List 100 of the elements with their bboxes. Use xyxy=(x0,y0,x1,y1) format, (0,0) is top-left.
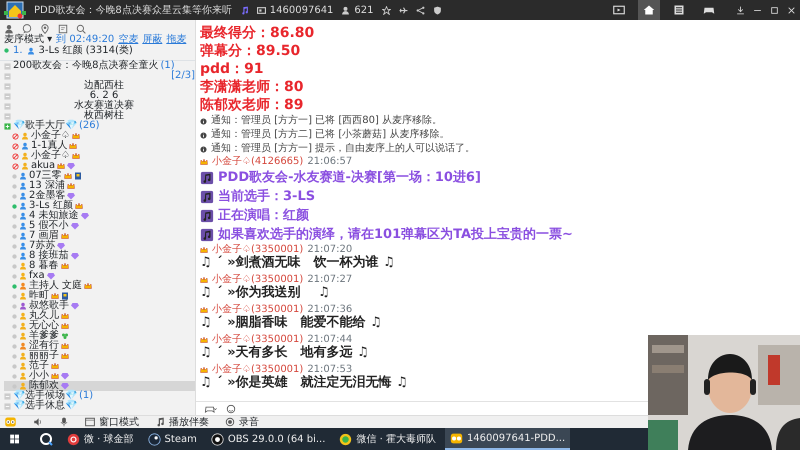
crown-icon xyxy=(200,306,208,314)
user-row[interactable]: 陈郁欢 xyxy=(4,381,195,391)
user-row[interactable]: 5 假不小 xyxy=(4,221,195,231)
chat-bubble-icon[interactable] xyxy=(22,24,32,34)
user-row[interactable]: 13 深浦 xyxy=(4,181,195,191)
expand-toggle[interactable] xyxy=(4,82,11,90)
taskbar-button[interactable]: OBS 29.0.0 (64 bi... xyxy=(206,428,330,450)
video-icon[interactable] xyxy=(613,4,625,16)
user-row[interactable]: akua xyxy=(4,161,195,171)
expand-toggle[interactable] xyxy=(4,92,11,100)
user-row[interactable]: fxa xyxy=(4,271,195,281)
toolbar-button[interactable]: 窗口模式 xyxy=(99,414,139,430)
star-icon[interactable] xyxy=(382,6,391,14)
user-row[interactable]: 7苏苏 xyxy=(4,241,195,251)
action-link[interactable]: 屏蔽 xyxy=(142,34,162,45)
user-row[interactable]: 主持人 文庭 xyxy=(4,281,195,291)
user-row[interactable]: 叔悠歌手 xyxy=(4,301,195,311)
toolbar-button[interactable]: 播放伴奏 xyxy=(169,414,209,430)
channel-name[interactable]: 💎歌手大厅💎 xyxy=(13,121,77,131)
message-time: 21:07:53 xyxy=(307,364,352,375)
action-link[interactable]: 拖麦 xyxy=(166,34,186,45)
user-name: 5 假不小 xyxy=(29,221,69,231)
shield-icon[interactable] xyxy=(432,6,442,14)
sender-name[interactable]: 小金子♤(3350001) xyxy=(212,334,304,346)
emoji-icon[interactable] xyxy=(226,404,236,414)
expand-toggle[interactable] xyxy=(4,392,11,400)
info-icon xyxy=(200,132,207,138)
crown-icon xyxy=(200,246,208,254)
speaker-icon[interactable] xyxy=(33,417,43,427)
user-row[interactable]: 小小 xyxy=(4,371,195,381)
user-row[interactable]: 小金子♤ xyxy=(4,151,195,161)
expand-toggle[interactable] xyxy=(4,402,11,410)
message-time: 21:07:44 xyxy=(307,334,352,345)
plane-icon[interactable] xyxy=(398,6,408,14)
restore-icon[interactable] xyxy=(770,6,779,14)
sender-name[interactable]: 小金子♤(3350001) xyxy=(212,274,304,286)
user-row[interactable]: 羊爹爹 xyxy=(4,331,195,341)
user-name: 涩有行 xyxy=(29,341,59,351)
mode-dropdown[interactable]: 麦序模式 ▾ xyxy=(4,34,52,45)
user-name: 小小 xyxy=(29,371,49,381)
sender-name[interactable]: 小金子♤(3350001) xyxy=(212,244,304,256)
expand-toggle[interactable] xyxy=(4,102,11,110)
action-link[interactable]: 空麦 xyxy=(118,34,138,45)
music-app-icon xyxy=(67,432,80,446)
user-row[interactable]: 3-Ls 红颜 xyxy=(4,201,195,211)
expand-toggle[interactable] xyxy=(4,122,11,130)
chat-app-icon xyxy=(339,432,352,446)
microphone-icon[interactable] xyxy=(59,417,69,427)
user-row[interactable]: 小金子♤ xyxy=(4,131,195,141)
user-name: 7苏苏 xyxy=(29,241,56,251)
expand-toggle[interactable] xyxy=(4,112,11,120)
user-row[interactable]: 8 暮春 xyxy=(4,261,195,271)
toolbar-button[interactable]: 录音 xyxy=(239,414,259,430)
announcement-text: 如果喜欢选手的演绎，请在101弹幕区为TA投上宝贵的一票~ xyxy=(218,226,573,244)
banner-text: 边配西柱 xyxy=(83,81,125,91)
user-row[interactable]: 范子 xyxy=(4,361,195,371)
queue-name[interactable]: 3-Ls 红颜 (3314(类) xyxy=(38,45,133,56)
user-row[interactable]: 8 接班茄 xyxy=(4,251,195,261)
user-row[interactable]: 昨町 xyxy=(4,291,195,301)
list-icon[interactable] xyxy=(673,4,685,16)
taskbar-button[interactable]: Steam xyxy=(142,428,202,450)
sender-name[interactable]: 小金子♤(3350001) xyxy=(212,304,304,316)
expand-toggle[interactable] xyxy=(4,62,11,70)
channel-name[interactable]: 💎选手休息💎 xyxy=(13,401,77,411)
user-row[interactable]: 无心心 xyxy=(4,321,195,331)
sender-name[interactable]: 小金子♤(4126665) xyxy=(212,156,304,168)
message-time: 21:06:57 xyxy=(307,156,352,168)
gamepad-icon[interactable] xyxy=(204,404,218,414)
info-icon xyxy=(200,146,207,152)
channel-title: PDD歌友会：今晚8点决赛众星云集等你来听 xyxy=(34,4,232,18)
house-logo-icon xyxy=(4,1,26,19)
user-name: 07三零 xyxy=(29,171,62,181)
taskbar-button[interactable]: 微信 · 霍大毒师队 xyxy=(334,428,441,450)
download-icon[interactable] xyxy=(736,6,745,14)
user-name: 1-1真人 xyxy=(31,141,68,151)
user-row[interactable]: 丽丽子 xyxy=(4,351,195,361)
user-row[interactable]: 涩有行 xyxy=(4,341,195,351)
score-line: pdd：91 xyxy=(200,60,265,78)
user-row[interactable]: 4 未知旅途 xyxy=(4,211,195,221)
taskbar-button[interactable]: 微 · 球金部 xyxy=(62,428,139,450)
home-icon[interactable] xyxy=(643,4,655,16)
music-note-icon xyxy=(155,417,165,427)
lyric-text: ♫ ˊ »胭脂香味 能爱不能给 ♫ xyxy=(200,316,383,330)
note-icon[interactable] xyxy=(58,24,68,34)
expand-toggle[interactable] xyxy=(4,72,11,80)
channel-name[interactable]: 200歌友会：今晚8点决赛全童火 xyxy=(13,61,158,71)
person-icon[interactable] xyxy=(4,24,14,34)
user-row[interactable]: 2金墨客 xyxy=(4,191,195,201)
user-row[interactable]: 07三零 xyxy=(4,171,195,181)
sender-name[interactable]: 小金子♤(3350001) xyxy=(212,364,304,376)
share-icon[interactable] xyxy=(416,6,425,14)
music-note-icon xyxy=(200,208,214,222)
pin-icon[interactable] xyxy=(40,24,50,34)
channel-name[interactable]: 💎选手候场💎 xyxy=(13,391,77,401)
close-icon[interactable] xyxy=(787,6,796,14)
user-row[interactable]: 1-1真人 xyxy=(4,141,195,151)
user-row[interactable]: 7 画眉 xyxy=(4,231,195,241)
user-name: 8 暮春 xyxy=(29,261,59,271)
taskbar-button[interactable]: 1460097641-PDD... xyxy=(444,428,570,450)
user-row[interactable]: 丸久儿 xyxy=(4,311,195,321)
